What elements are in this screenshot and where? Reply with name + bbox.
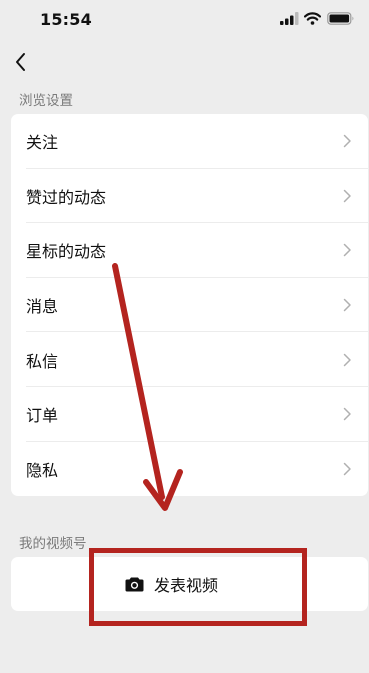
section-title-my-channel: 我的视频号 — [19, 536, 87, 552]
signal-icon — [280, 12, 299, 25]
menu-item-follow[interactable]: 关注 — [11, 114, 368, 169]
menu-item-orders[interactable]: 订单 — [11, 387, 368, 442]
menu-item-label: 隐私 — [26, 460, 59, 480]
menu-item-messages[interactable]: 消息 — [11, 278, 368, 333]
menu-item-label: 消息 — [26, 297, 59, 317]
menu-item-label: 赞过的动态 — [26, 187, 107, 207]
menu-item-label: 星标的动态 — [26, 242, 107, 262]
menu-item-label: 私信 — [26, 351, 59, 371]
chevron-left-icon[interactable] — [12, 50, 34, 74]
browse-settings-list: 关注 赞过的动态 星标的动态 消息 私信 订单 隐私 — [11, 114, 368, 496]
status-bar: 15:54 — [0, 0, 369, 40]
menu-item-liked-posts[interactable]: 赞过的动态 — [11, 169, 368, 224]
chevron-right-icon — [343, 298, 351, 312]
chevron-right-icon — [343, 189, 351, 203]
chevron-right-icon — [343, 462, 351, 476]
chevron-right-icon — [343, 353, 351, 366]
menu-item-starred-posts[interactable]: 星标的动态 — [11, 223, 368, 278]
menu-item-label: 订单 — [26, 406, 59, 426]
status-time: 15:54 — [40, 10, 92, 29]
section-title-browse-settings: 浏览设置 — [19, 93, 73, 109]
chevron-right-icon — [343, 408, 351, 421]
chevron-right-icon — [343, 135, 351, 148]
menu-item-label: 关注 — [26, 133, 59, 153]
wifi-icon — [304, 12, 321, 25]
menu-item-privacy[interactable]: 隐私 — [11, 442, 368, 496]
annotation-highlight-box — [89, 548, 307, 626]
chevron-right-icon — [343, 244, 351, 257]
menu-item-private-messages[interactable]: 私信 — [11, 332, 368, 387]
battery-icon — [327, 12, 354, 25]
